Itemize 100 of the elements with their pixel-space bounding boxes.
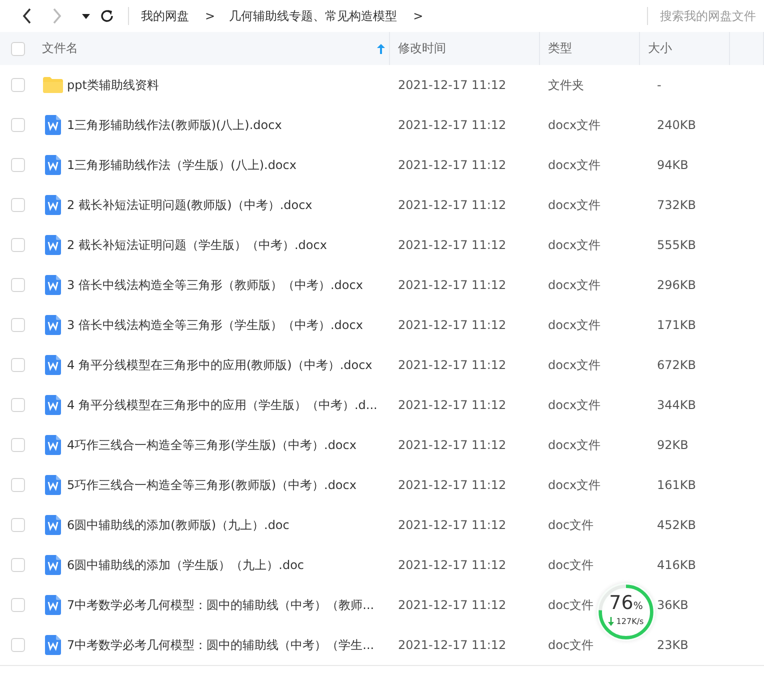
modified-time: 2021-12-17 11:12: [398, 118, 506, 132]
file-name[interactable]: 4 角平分线模型在三角形中的应用(教师版)（中考）.docx: [67, 358, 372, 372]
word-document-icon: [44, 475, 60, 495]
progress-percent: 76: [609, 592, 634, 614]
download-arrow-icon: [608, 617, 614, 626]
file-type: doc文件: [548, 638, 594, 652]
modified-time: 2021-12-17 11:12: [398, 198, 506, 212]
file-name[interactable]: 2 截长补短法证明问题（学生版）（中考）.docx: [67, 238, 327, 252]
word-document-icon: [44, 155, 60, 175]
word-document-icon: [44, 395, 60, 415]
file-name[interactable]: 6圆中辅助线的添加（学生版）（九上）.doc: [67, 558, 304, 572]
modified-time: 2021-12-17 11:12: [398, 558, 506, 572]
modified-time: 2021-12-17 11:12: [398, 638, 506, 652]
file-name[interactable]: 6圆中辅助线的添加(教师版)（九上）.doc: [67, 518, 290, 532]
row-checkbox[interactable]: [11, 118, 25, 132]
file-name[interactable]: 7中考数学必考几何模型：圆中的辅助线（中考）（学生...: [67, 638, 374, 652]
file-type: doc文件: [548, 598, 594, 612]
row-checkbox[interactable]: [11, 398, 25, 412]
word-document-icon: [44, 435, 60, 455]
dropdown-icon[interactable]: [82, 14, 90, 18]
row-checkbox[interactable]: [11, 638, 25, 652]
word-document-icon: [44, 595, 60, 615]
row-checkbox[interactable]: [11, 158, 25, 172]
row-checkbox[interactable]: [11, 438, 25, 452]
file-size: 732KB: [657, 198, 696, 212]
word-document-icon: [44, 195, 60, 215]
file-name[interactable]: 3 倍长中线法构造全等三角形（学生版）（中考）.docx: [67, 318, 363, 332]
percent-unit: %: [633, 601, 643, 612]
file-type: 文件夹: [548, 78, 584, 92]
file-size: 344KB: [657, 398, 696, 412]
row-checkbox[interactable]: [11, 78, 25, 92]
chevron-left-icon: [22, 8, 32, 24]
column-header[interactable]: 大小: [640, 32, 730, 65]
select-all-checkbox[interactable]: [11, 42, 25, 56]
file-type: docx文件: [548, 438, 601, 452]
file-size: -: [657, 78, 662, 92]
file-size: 240KB: [657, 118, 696, 132]
modified-time: 2021-12-17 11:12: [398, 398, 506, 412]
word-document-icon: [44, 115, 60, 135]
column-header[interactable]: 文件名: [38, 32, 390, 65]
file-type: docx文件: [548, 318, 601, 332]
transfer-progress-widget[interactable]: 76% 127K/s: [597, 583, 655, 641]
file-type: docx文件: [548, 478, 601, 492]
modified-time: 2021-12-17 11:12: [398, 438, 506, 452]
file-name[interactable]: 3 倍长中线法构造全等三角形（教师版）（中考）.docx: [67, 278, 363, 292]
row-checkbox[interactable]: [11, 278, 25, 292]
breadcrumb-separator: >: [205, 9, 216, 23]
file-name[interactable]: 1三角形辅助线作法（学生版）(八上).docx: [67, 158, 296, 172]
breadcrumb-separator: >: [413, 9, 424, 23]
file-name[interactable]: 1三角形辅助线作法(教师版)(八上).docx: [67, 118, 282, 132]
file-type: doc文件: [548, 518, 594, 532]
row-checkbox[interactable]: [11, 318, 25, 332]
column-header[interactable]: 修改时间: [390, 32, 540, 65]
word-document-icon: [44, 355, 60, 375]
modified-time: 2021-12-17 11:12: [398, 478, 506, 492]
file-size: 452KB: [657, 518, 696, 532]
modified-time: 2021-12-17 11:12: [398, 78, 506, 92]
file-name[interactable]: 4巧作三线合一构造全等三角形(学生版)（中考）.docx: [67, 438, 356, 452]
modified-time: 2021-12-17 11:12: [398, 318, 506, 332]
download-speed: 127K/s: [616, 617, 644, 626]
file-type: docx文件: [548, 158, 601, 172]
file-name[interactable]: ppt类辅助线资料: [67, 78, 159, 92]
file-name[interactable]: 2 截长补短法证明问题(教师版)（中考）.docx: [67, 198, 312, 212]
modified-time: 2021-12-17 11:12: [398, 598, 506, 612]
word-document-icon: [44, 315, 60, 335]
file-size: 94KB: [657, 158, 688, 172]
column-header[interactable]: 类型: [540, 32, 640, 65]
file-size: 171KB: [657, 318, 696, 332]
file-type: docx文件: [548, 118, 601, 132]
row-checkbox[interactable]: [11, 358, 25, 372]
refresh-icon[interactable]: [100, 9, 114, 23]
folder-icon: [42, 77, 62, 93]
file-name[interactable]: 5巧作三线合一构造全等三角形(教师版)（中考）.docx: [67, 478, 356, 492]
breadcrumb-link[interactable]: 我的网盘: [141, 8, 189, 24]
word-document-icon: [44, 515, 60, 535]
row-checkbox[interactable]: [11, 238, 25, 252]
modified-time: 2021-12-17 11:12: [398, 158, 506, 172]
file-size: 23KB: [657, 638, 688, 652]
file-type: doc文件: [548, 558, 594, 572]
file-type: docx文件: [548, 278, 601, 292]
file-name[interactable]: 7中考数学必考几何模型：圆中的辅助线（中考）（教师...: [67, 598, 374, 612]
modified-time: 2021-12-17 11:12: [398, 358, 506, 372]
file-size: 92KB: [657, 438, 688, 452]
word-document-icon: [44, 235, 60, 255]
file-size: 672KB: [657, 358, 696, 372]
file-size: 296KB: [657, 278, 696, 292]
file-size: 555KB: [657, 238, 696, 252]
file-type: docx文件: [548, 238, 601, 252]
file-size: 36KB: [657, 598, 688, 612]
row-checkbox[interactable]: [11, 478, 25, 492]
breadcrumb-link[interactable]: 几何辅助线专题、常见构造模型: [229, 8, 398, 24]
row-checkbox[interactable]: [11, 518, 25, 532]
row-checkbox[interactable]: [11, 558, 25, 572]
file-size: 416KB: [657, 558, 696, 572]
word-document-icon: [44, 555, 60, 575]
file-name[interactable]: 4 角平分线模型在三角形中的应用（学生版）（中考）.d...: [67, 398, 378, 412]
modified-time: 2021-12-17 11:12: [398, 518, 506, 532]
row-checkbox[interactable]: [11, 598, 25, 612]
file-type: docx文件: [548, 198, 601, 212]
row-checkbox[interactable]: [11, 198, 25, 212]
